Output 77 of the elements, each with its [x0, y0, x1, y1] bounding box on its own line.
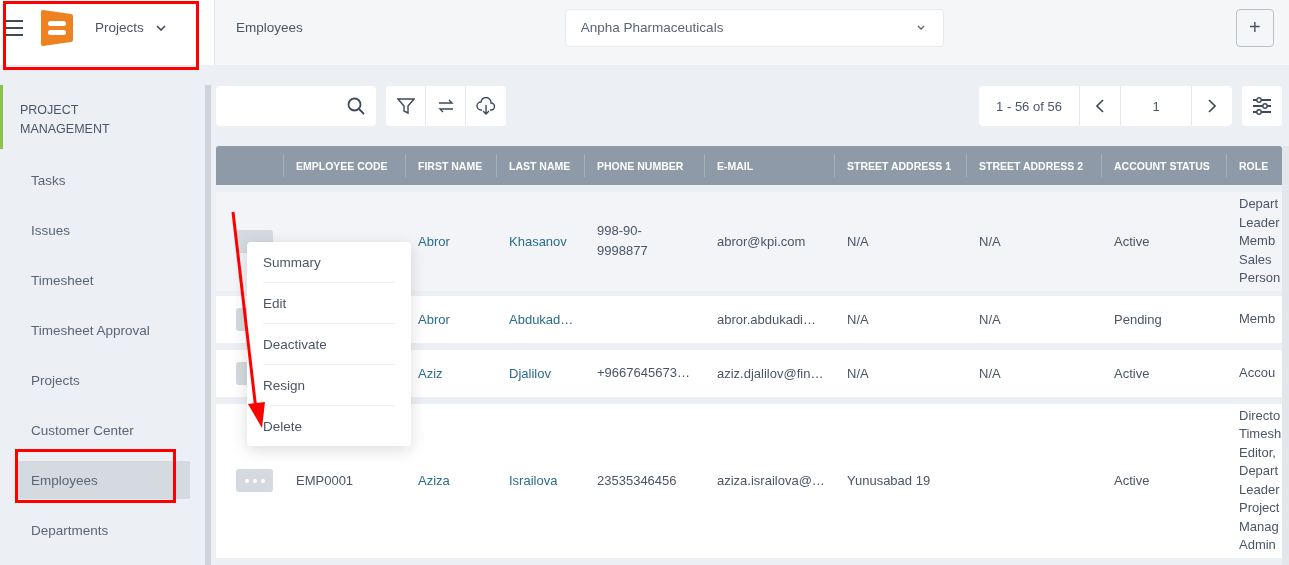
chevron-down-icon: [155, 24, 166, 31]
first-name-link[interactable]: Abror: [418, 311, 450, 327]
menu-item[interactable]: Resign: [263, 365, 395, 406]
sidebar-item[interactable]: Customer Center: [15, 411, 190, 449]
table-cell: EMP0001: [296, 473, 354, 488]
last-name-link[interactable]: Djalilov: [509, 365, 551, 381]
last-name-link[interactable]: Israilova: [509, 473, 558, 488]
scrollbar[interactable]: [205, 85, 211, 565]
table-cell: Active: [1114, 365, 1150, 381]
table-cell: Active: [1114, 233, 1150, 249]
role-text: Sales: [1239, 250, 1272, 269]
app-switcher[interactable]: Projects: [95, 20, 166, 35]
table-cell: Active: [1114, 473, 1150, 488]
breadcrumb: Employees: [236, 20, 303, 35]
role-text: Admin: [1239, 536, 1276, 554]
chevron-down-icon: [916, 25, 925, 30]
role-text: Manag: [1239, 517, 1279, 536]
table-cell: N/A: [979, 365, 1001, 381]
chevron-left-icon: [1096, 99, 1104, 113]
first-name-link[interactable]: Aziz: [418, 365, 443, 381]
cloud-download-icon: [476, 97, 496, 115]
sidebar-item[interactable]: Issues: [15, 211, 190, 249]
role-text: Editor,: [1239, 443, 1276, 462]
table-cell: abror.abdukadi…: [717, 311, 816, 327]
table-cell-text: 998-90- 9998877: [597, 222, 648, 261]
sidebar-item[interactable]: Timesheet: [15, 261, 190, 299]
table-cell: N/A: [847, 365, 869, 381]
sidebar-item[interactable]: Employees: [15, 461, 190, 499]
table-cell: N/A: [847, 311, 869, 327]
table-cell: Yunusabad 19: [847, 473, 931, 488]
table-cell: N/A: [847, 233, 869, 249]
role-text: Memb: [1239, 309, 1276, 328]
role-text: Depart: [1239, 195, 1279, 213]
first-name-link[interactable]: Abror: [418, 233, 450, 249]
role-text: Leader: [1239, 213, 1280, 232]
role-text: Project: [1239, 499, 1280, 517]
search-icon: [347, 97, 365, 115]
chevron-right-icon: [1208, 99, 1216, 113]
company-dropdown[interactable]: Anpha Pharmaceuticals: [564, 8, 944, 47]
last-name-link[interactable]: Abdukad…: [509, 311, 574, 327]
page-number-field[interactable]: 1: [1120, 86, 1192, 126]
sidebar-item[interactable]: Tasks: [15, 161, 190, 199]
search-field[interactable]: [216, 86, 376, 126]
role-text: Leader: [1239, 480, 1280, 499]
role-text: Timesh: [1239, 425, 1282, 443]
sidebar-item[interactable]: Projects: [15, 361, 190, 399]
menu-item[interactable]: Delete: [263, 406, 395, 446]
menu-item[interactable]: Deactivate: [263, 324, 395, 365]
logo-icon: [41, 9, 73, 46]
menu-item[interactable]: Edit: [263, 283, 395, 324]
table-cell-text: 23535346456: [597, 471, 677, 490]
role-text: Person: [1239, 269, 1281, 287]
role-text: Depart: [1239, 462, 1279, 480]
page-range: 1 - 56 of 56: [979, 86, 1080, 126]
add-button[interactable]: +: [1235, 8, 1274, 47]
role-text: Accou: [1239, 363, 1276, 382]
table-cell: N/A: [979, 311, 1001, 327]
table-cell: abror@kpi.com: [717, 233, 806, 249]
sliders-icon: [1252, 97, 1272, 115]
role-text: Memb: [1239, 232, 1276, 250]
menu-icon[interactable]: [5, 19, 23, 36]
table-cell: aziz.djalilov@fin…: [717, 365, 824, 381]
ellipsis-icon: [244, 478, 265, 483]
role-text: Directo: [1239, 406, 1281, 425]
swap-arrows-icon: [436, 97, 455, 115]
sidebar-item[interactable]: Timesheet Approval: [15, 311, 190, 349]
last-name-link[interactable]: Khasanov: [509, 233, 567, 249]
sidebar-item[interactable]: Departments: [15, 511, 190, 549]
column-settings-button[interactable]: [1242, 86, 1282, 126]
menu-item[interactable]: Summary: [263, 242, 395, 283]
filter-icon: [396, 97, 415, 115]
table-cell: Pending: [1114, 311, 1162, 327]
scrollbar[interactable]: [1282, 146, 1289, 565]
table-cell: aziza.israilova@…: [717, 473, 825, 488]
table-cell-text: +9667645673…: [597, 364, 690, 382]
table-cell: N/A: [979, 233, 1001, 249]
first-name-link[interactable]: Aziza: [418, 473, 450, 488]
